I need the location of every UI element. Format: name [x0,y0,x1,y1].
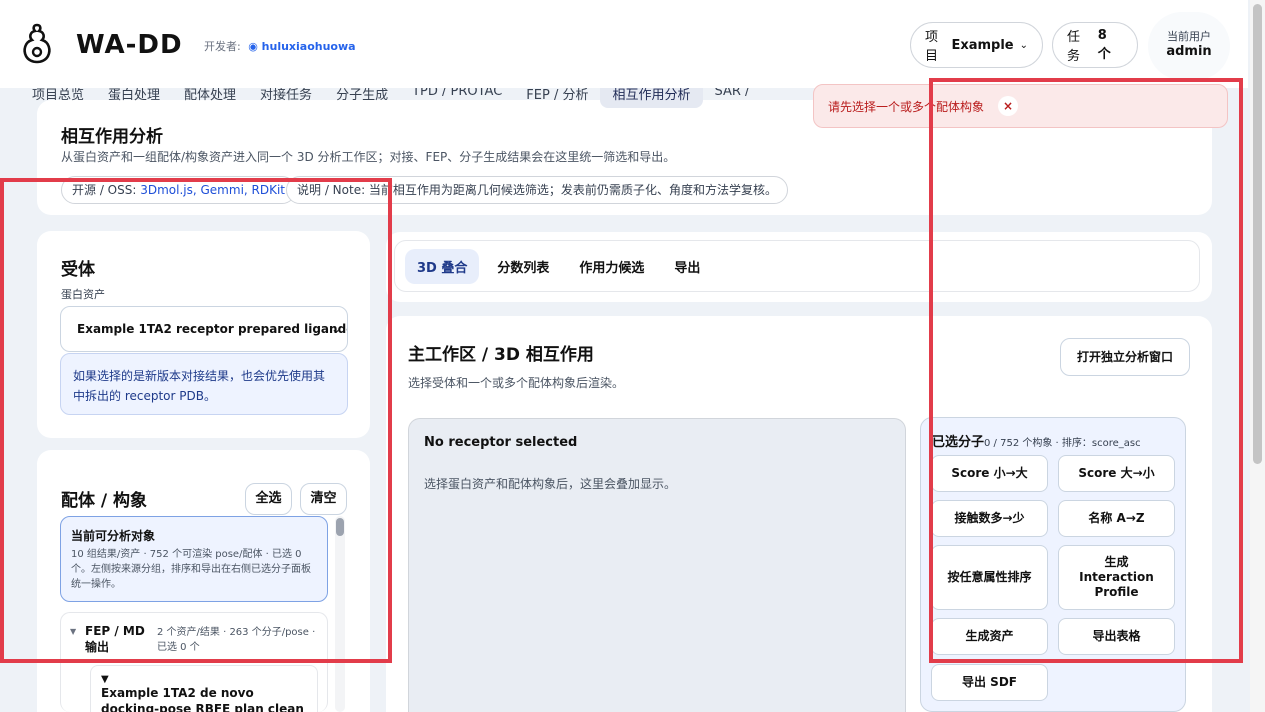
developer-label: 开发者: [204,40,241,53]
close-icon[interactable]: × [998,96,1019,116]
brand-wordmark: WA-DD [76,30,183,60]
viewer-title: No receptor selected [424,435,578,450]
sort-name-button[interactable]: 名称 A→Z [1058,500,1175,537]
developer-credit: 开发者: ◉ huluxiaohuowa [204,38,356,54]
analysis-tabs-card: 3D 叠合 分数列表 作用力候选 导出 [386,232,1212,302]
select-all-button[interactable]: 全选 [245,483,292,515]
note-chip: 说明 / Note: 当前相互作用为距离几何候选筛选；发表前仍需质子化、角度和方… [286,176,788,204]
receptor-hint: 如果选择的是新版本对接结果，也会优先使用其中拆出的 receptor PDB。 [60,353,348,415]
clear-button[interactable]: 清空 [300,483,347,515]
github-link[interactable]: ◉ huluxiaohuowa [248,40,355,53]
receptor-panel: 受体 蛋白资产 Example 1TA2 receptor prepared l… [37,231,370,438]
oss-chip: 开源 / OSS: 3Dmol.js, Gemmi, RDKit [61,176,297,204]
analysis-tabs: 3D 叠合 分数列表 作用力候选 导出 [394,240,1200,292]
receptor-title: 受体 [61,260,95,280]
error-toast: 请先选择一个或多个配体构象 × [813,84,1228,128]
page-title: 相互作用分析 [61,127,163,147]
export-table-button[interactable]: 导出表格 [1058,618,1175,655]
subgroup-title: Example 1TA2 de novo docking-pose RBFE p… [101,686,304,712]
group-title: FEP / MD 输出 [85,624,145,654]
ligand-subgroup[interactable]: ▼ Example 1TA2 de novo docking-pose RBFE… [90,665,318,712]
tab-export[interactable]: 导出 [662,249,712,284]
gourd-logo-icon [23,23,51,64]
user-label: 当前用户 [1167,30,1211,43]
user-name: admin [1166,44,1212,59]
task-label: 任务 [1067,30,1081,64]
scrollbar-thumb[interactable] [336,518,344,536]
page-description: 从蛋白资产和一组配体/构象资产进入同一个 3D 分析工作区；对接、FEP、分子生… [61,150,676,164]
chevron-down-icon: ⌄ [1019,39,1028,51]
page-scrollbar-thumb[interactable] [1253,4,1262,464]
group-desc: 2 个资产/结果 · 263 个分子/pose · 已选 0 个 [157,627,316,653]
protein-asset-value: Example 1TA2 receptor prepared ligand-re… [77,322,348,336]
selected-molecules-header: 已选分子0 / 752 个构象 · 排序：score_asc [932,431,1141,450]
3d-viewer[interactable]: No receptor selected 选择蛋白资产和配体构象后，这里会叠加显… [408,418,906,712]
oss-chip-value: 3Dmol.js, Gemmi, RDKit [140,183,286,197]
chevron-down-icon: ⌄ [330,322,341,336]
selected-meta: 0 / 752 个构象 · 排序：score_asc [984,438,1141,449]
toast-message: 请先选择一个或多个配体构象 [828,99,985,114]
ligand-group[interactable]: ▼ FEP / MD 输出 2 个资产/结果 · 263 个分子/pose · … [60,612,328,712]
ligand-list-scrollbar[interactable] [335,516,345,712]
tab-interaction-candidates[interactable]: 作用力候选 [567,249,656,284]
ligand-panel: 配体 / 构象 全选 清空 当前可分析对象 10 组结果/资产 · 752 个可… [37,450,370,712]
tab-3d-overlay[interactable]: 3D 叠合 [405,248,480,284]
current-objects-title: 当前可分析对象 [71,529,156,543]
current-objects-desc: 10 组结果/资产 · 752 个可渲染 pose/配体 · 已选 0 个。左侧… [71,549,311,590]
protein-asset-select[interactable]: Example 1TA2 receptor prepared ligand-re… [60,306,348,352]
protein-asset-label: 蛋白资产 [61,288,105,301]
task-counter[interactable]: 任务 8 个 [1052,22,1138,68]
viewer-desc: 选择蛋白资产和配体构象后，这里会叠加显示。 [424,477,677,491]
developer-handle: huluxiaohuowa [261,40,356,53]
project-label: 项目 [925,30,939,64]
caret-down-icon: ▼ [101,674,109,685]
export-sdf-button[interactable]: 导出 SDF [931,664,1048,701]
user-menu[interactable]: 当前用户 admin [1148,12,1230,80]
workspace-panel: 主工作区 / 3D 相互作用 选择受体和一个或多个配体构象后渲染。 打开独立分析… [386,316,1212,712]
sort-score-asc-button[interactable]: Score 小→大 [931,455,1048,492]
project-value: Example [951,37,1014,53]
workspace-subtitle: 选择受体和一个或多个配体构象后渲染。 [408,376,625,390]
workspace-title: 主工作区 / 3D 相互作用 [408,345,594,365]
selected-title: 已选分子 [932,435,985,450]
page-scrollbar[interactable] [1250,0,1265,712]
ligand-title: 配体 / 构象 [61,491,148,511]
sort-score-desc-button[interactable]: Score 大→小 [1058,455,1175,492]
caret-down-icon: ▼ [70,627,77,636]
current-objects-box: 当前可分析对象 10 组结果/资产 · 752 个可渲染 pose/配体 · 已… [60,516,328,602]
task-value: 8 个 [1097,28,1111,62]
selected-molecules-panel: 已选分子0 / 752 个构象 · 排序：score_asc Score 小→大… [920,417,1186,712]
generate-interaction-profile-button[interactable]: 生成 Interaction Profile [1058,545,1175,610]
project-selector[interactable]: 项目 Example ⌄ [910,22,1043,68]
generate-asset-button[interactable]: 生成资产 [931,618,1048,655]
oss-chip-prefix: 开源 / OSS: [72,183,137,197]
tab-score-list[interactable]: 分数列表 [485,249,561,284]
sort-contacts-button[interactable]: 接触数多→少 [931,500,1048,537]
top-header: WA-DD 开发者: ◉ huluxiaohuowa 项目 Example ⌄ … [0,0,1248,88]
sort-any-property-button[interactable]: 按任意属性排序 [931,545,1048,610]
open-analysis-window-button[interactable]: 打开独立分析窗口 [1060,338,1190,376]
